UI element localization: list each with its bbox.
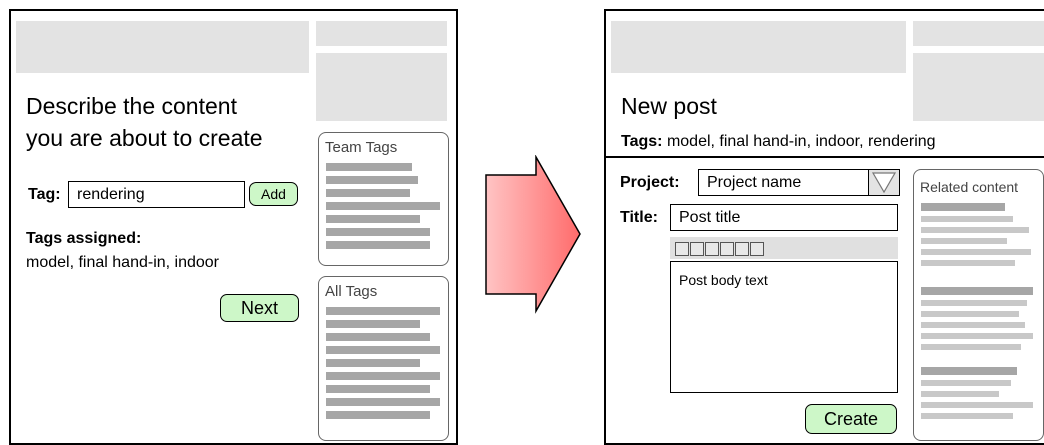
team-tags-list [326, 163, 444, 254]
all-tags-panel: All Tags [318, 276, 449, 441]
tag-placeholder-bar[interactable] [326, 189, 410, 197]
left-screen-frame: Describe the content you are about to cr… [9, 9, 458, 445]
related-item-bar[interactable] [921, 249, 1031, 255]
related-item-heading-bar[interactable] [921, 367, 1017, 375]
related-group-1 [921, 203, 1039, 271]
toolbar-format-button[interactable] [720, 242, 734, 256]
related-item-bar[interactable] [921, 238, 1007, 244]
next-button[interactable]: Next [220, 294, 299, 322]
toolbar-format-button[interactable] [750, 242, 764, 256]
project-label: Project: [620, 174, 680, 191]
title-label: Title: [620, 209, 658, 226]
related-item-bar[interactable] [921, 322, 1025, 328]
post-body-text: Post body text [679, 272, 768, 288]
project-select[interactable]: Project name [698, 169, 900, 196]
related-item-heading-bar[interactable] [921, 287, 1033, 295]
tags-line: Tags: model, final hand-in, indoor, rend… [621, 133, 936, 151]
right-header-placeholder [611, 21, 906, 73]
tag-placeholder-bar[interactable] [326, 202, 440, 210]
related-content-title: Related content [920, 179, 1019, 195]
related-item-bar[interactable] [921, 344, 1021, 350]
toolbar-format-button[interactable] [690, 242, 704, 256]
left-sidebar-placeholder-ad [316, 53, 447, 121]
related-item-heading-bar[interactable] [921, 203, 1005, 211]
related-item-bar[interactable] [921, 380, 1011, 386]
all-tags-list [326, 307, 444, 424]
chevron-down-icon [871, 172, 897, 194]
related-item-bar[interactable] [921, 402, 1033, 408]
transition-arrow [485, 155, 581, 314]
tag-placeholder-bar[interactable] [326, 228, 430, 236]
toolbar-format-button[interactable] [675, 242, 689, 256]
create-button[interactable]: Create [805, 404, 897, 434]
team-tags-panel: Team Tags [318, 132, 449, 266]
tag-placeholder-bar[interactable] [326, 411, 430, 419]
related-item-bar[interactable] [921, 413, 1013, 419]
related-group-2 [921, 287, 1039, 355]
right-screen-frame: New post Tags: model, final hand-in, ind… [604, 9, 1044, 445]
tag-placeholder-bar[interactable] [326, 163, 412, 171]
related-item-bar[interactable] [921, 391, 999, 397]
team-tags-title: Team Tags [325, 139, 398, 156]
left-heading-line1: Describe the content [26, 93, 237, 119]
new-post-heading: New post [621, 93, 717, 119]
toolbar-format-button[interactable] [735, 242, 749, 256]
title-input[interactable]: Post title [670, 204, 898, 231]
right-sidebar-placeholder-top [913, 21, 1044, 46]
tag-placeholder-bar[interactable] [326, 372, 440, 380]
editor-toolbar [670, 237, 898, 259]
section-divider [606, 156, 1044, 158]
tags-value: model, final hand-in, indoor, rendering [666, 133, 936, 150]
related-item-bar[interactable] [921, 216, 1013, 222]
post-body-editor[interactable]: Post body text [670, 261, 898, 393]
tag-placeholder-bar[interactable] [326, 241, 430, 249]
related-item-bar[interactable] [921, 311, 1019, 317]
tags-label: Tags: [621, 133, 663, 150]
tag-placeholder-bar[interactable] [326, 215, 420, 223]
related-item-bar[interactable] [921, 333, 1033, 339]
dropdown-button[interactable] [868, 170, 899, 195]
related-item-bar[interactable] [921, 300, 1027, 306]
tag-placeholder-bar[interactable] [326, 359, 420, 367]
left-heading-line2: you are about to create [26, 125, 263, 151]
left-sidebar-placeholder-top [316, 21, 447, 46]
tag-placeholder-bar[interactable] [326, 333, 430, 341]
project-select-value: Project name [707, 173, 802, 191]
tag-placeholder-bar[interactable] [326, 398, 440, 406]
tags-assigned-value: model, final hand-in, indoor [26, 254, 220, 271]
add-tag-button[interactable]: Add [249, 182, 298, 206]
toolbar-format-button[interactable] [705, 242, 719, 256]
related-item-bar[interactable] [921, 260, 1015, 266]
tag-placeholder-bar[interactable] [326, 176, 418, 184]
left-header-placeholder [16, 21, 309, 73]
tag-placeholder-bar[interactable] [326, 320, 420, 328]
arrow-shape [485, 155, 581, 314]
tag-placeholder-bar[interactable] [326, 307, 440, 315]
tags-assigned-label: Tags assigned: [26, 230, 142, 247]
related-content-panel: Related content [913, 169, 1044, 441]
tag-label: Tag: [28, 186, 61, 203]
tag-placeholder-bar[interactable] [326, 346, 440, 354]
related-group-3 [921, 367, 1039, 424]
right-sidebar-placeholder-ad [913, 53, 1044, 121]
tag-input[interactable]: rendering [68, 181, 245, 208]
all-tags-title: All Tags [325, 283, 378, 300]
related-item-bar[interactable] [921, 227, 1029, 233]
tag-placeholder-bar[interactable] [326, 385, 430, 393]
